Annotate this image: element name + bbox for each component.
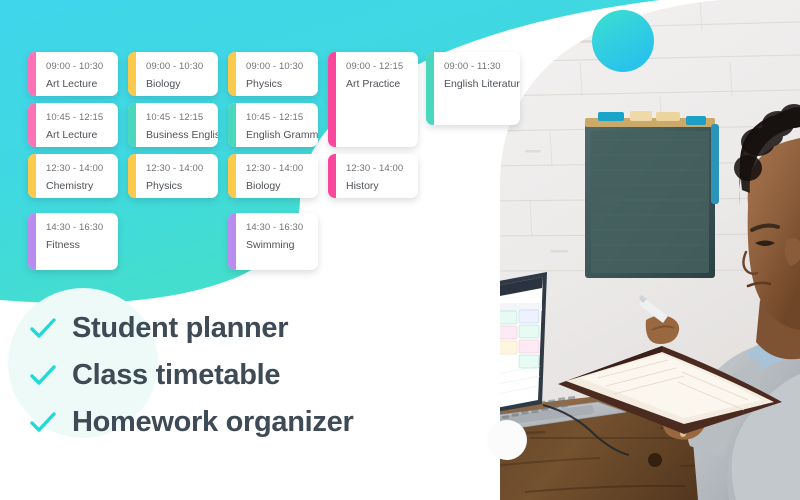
card-subject: Physics: [246, 78, 283, 90]
card-accent-bar: [28, 52, 36, 96]
feature-row: Student planner: [28, 305, 428, 352]
promo-canvas: 09:00 - 10:30 Art Lecture 09:00 - 10:30 Bio…: [0, 0, 800, 500]
feature-label: Student planner: [72, 312, 289, 344]
card-time: 10:45 - 12:15: [246, 112, 304, 123]
timetable-card[interactable]: 09:00 - 12:15 Art Practice: [328, 52, 418, 147]
card-time: 14:30 - 16:30: [246, 222, 304, 233]
feature-row: Homework organizer: [28, 399, 428, 446]
card-time: 12:30 - 14:00: [46, 163, 104, 174]
timetable-card[interactable]: 09:00 - 10:30 Physics: [228, 52, 318, 96]
card-body: 12:30 - 14:00 Physics: [136, 154, 218, 198]
timetable-card[interactable]: 12:30 - 14:00 Physics: [128, 154, 218, 198]
timetable-card[interactable]: 12:30 - 14:00 Chemistry: [28, 154, 118, 198]
card-subject: English Literature: [444, 78, 520, 90]
card-accent-bar: [426, 52, 434, 125]
timetable-card[interactable]: 10:45 - 12:15 English Grammar: [228, 103, 318, 147]
card-time: 09:00 - 10:30: [246, 61, 304, 72]
card-subject: Chemistry: [46, 180, 94, 192]
card-subject: Physics: [146, 180, 183, 192]
card-time: 09:00 - 10:30: [146, 61, 204, 72]
card-time: 09:00 - 12:15: [346, 61, 404, 72]
card-body: 14:30 - 16:30 Swimming: [236, 213, 318, 270]
card-accent-bar: [228, 52, 236, 96]
card-accent-bar: [228, 154, 236, 198]
timetable-card[interactable]: 10:45 - 12:15 Business English: [128, 103, 218, 147]
card-accent-bar: [328, 154, 336, 198]
card-subject: English Grammar: [246, 129, 318, 141]
card-accent-bar: [228, 213, 236, 270]
card-body: 09:00 - 11:30 English Literature: [434, 52, 520, 125]
timetable-card[interactable]: 14:30 - 16:30 Fitness: [28, 213, 118, 270]
card-body: 10:45 - 12:15 Art Lecture: [36, 103, 118, 147]
check-icon: [30, 317, 56, 338]
timetable-card-grid: 09:00 - 10:30 Art Lecture 09:00 - 10:30 Bio…: [0, 0, 540, 290]
card-accent-bar: [128, 52, 136, 96]
timetable-card[interactable]: 09:00 - 11:30 English Literature: [426, 52, 520, 125]
feature-label: Class timetable: [72, 359, 281, 391]
card-accent-bar: [128, 103, 136, 147]
timetable-card[interactable]: 10:45 - 12:15 Art Lecture: [28, 103, 118, 147]
card-body: 09:00 - 12:15 Art Practice: [336, 52, 418, 147]
card-subject: Swimming: [246, 239, 295, 251]
feature-row: Class timetable: [28, 352, 428, 399]
white-circle-decoration: [487, 420, 527, 460]
card-subject: History: [346, 180, 379, 192]
card-subject: Biology: [146, 78, 181, 90]
card-accent-bar: [28, 213, 36, 270]
check-icon: [30, 411, 56, 432]
card-body: 09:00 - 10:30 Art Lecture: [36, 52, 118, 96]
card-body: 09:00 - 10:30 Physics: [236, 52, 318, 96]
timetable-card[interactable]: 14:30 - 16:30 Swimming: [228, 213, 318, 270]
card-body: 12:30 - 14:00 Chemistry: [36, 154, 118, 198]
card-time: 12:30 - 14:00: [146, 163, 204, 174]
gradient-circle-decoration: [592, 10, 654, 72]
card-accent-bar: [128, 154, 136, 198]
card-body: 09:00 - 10:30 Biology: [136, 52, 218, 96]
card-accent-bar: [328, 52, 336, 147]
card-time: 09:00 - 10:30: [46, 61, 104, 72]
check-icon: [30, 364, 56, 385]
card-subject: Art Practice: [346, 78, 401, 90]
timetable-card[interactable]: 12:30 - 14:00 History: [328, 154, 418, 198]
card-subject: Business English: [146, 129, 218, 141]
card-subject: Biology: [246, 180, 281, 192]
timetable-card[interactable]: 12:30 - 14:00 Biology: [228, 154, 318, 198]
card-body: 12:30 - 14:00 History: [336, 154, 418, 198]
card-accent-bar: [28, 154, 36, 198]
card-subject: Fitness: [46, 239, 80, 251]
card-accent-bar: [228, 103, 236, 147]
card-time: 09:00 - 11:30: [444, 61, 501, 72]
card-accent-bar: [28, 103, 36, 147]
card-time: 10:45 - 12:15: [46, 112, 104, 123]
feature-list: Student planner Class timetable Homework o…: [28, 305, 428, 446]
card-time: 10:45 - 12:15: [146, 112, 204, 123]
card-subject: Art Lecture: [46, 78, 98, 90]
timetable-card[interactable]: 09:00 - 10:30 Art Lecture: [28, 52, 118, 96]
card-subject: Art Lecture: [46, 129, 98, 141]
card-time: 14:30 - 16:30: [46, 222, 104, 233]
card-body: 10:45 - 12:15 Business English: [136, 103, 218, 147]
card-body: 10:45 - 12:15 English Grammar: [236, 103, 318, 147]
timetable-card[interactable]: 09:00 - 10:30 Biology: [128, 52, 218, 96]
card-time: 12:30 - 14:00: [346, 163, 404, 174]
card-body: 14:30 - 16:30 Fitness: [36, 213, 118, 270]
card-time: 12:30 - 14:00: [246, 163, 304, 174]
card-body: 12:30 - 14:00 Biology: [236, 154, 318, 198]
feature-label: Homework organizer: [72, 406, 354, 438]
